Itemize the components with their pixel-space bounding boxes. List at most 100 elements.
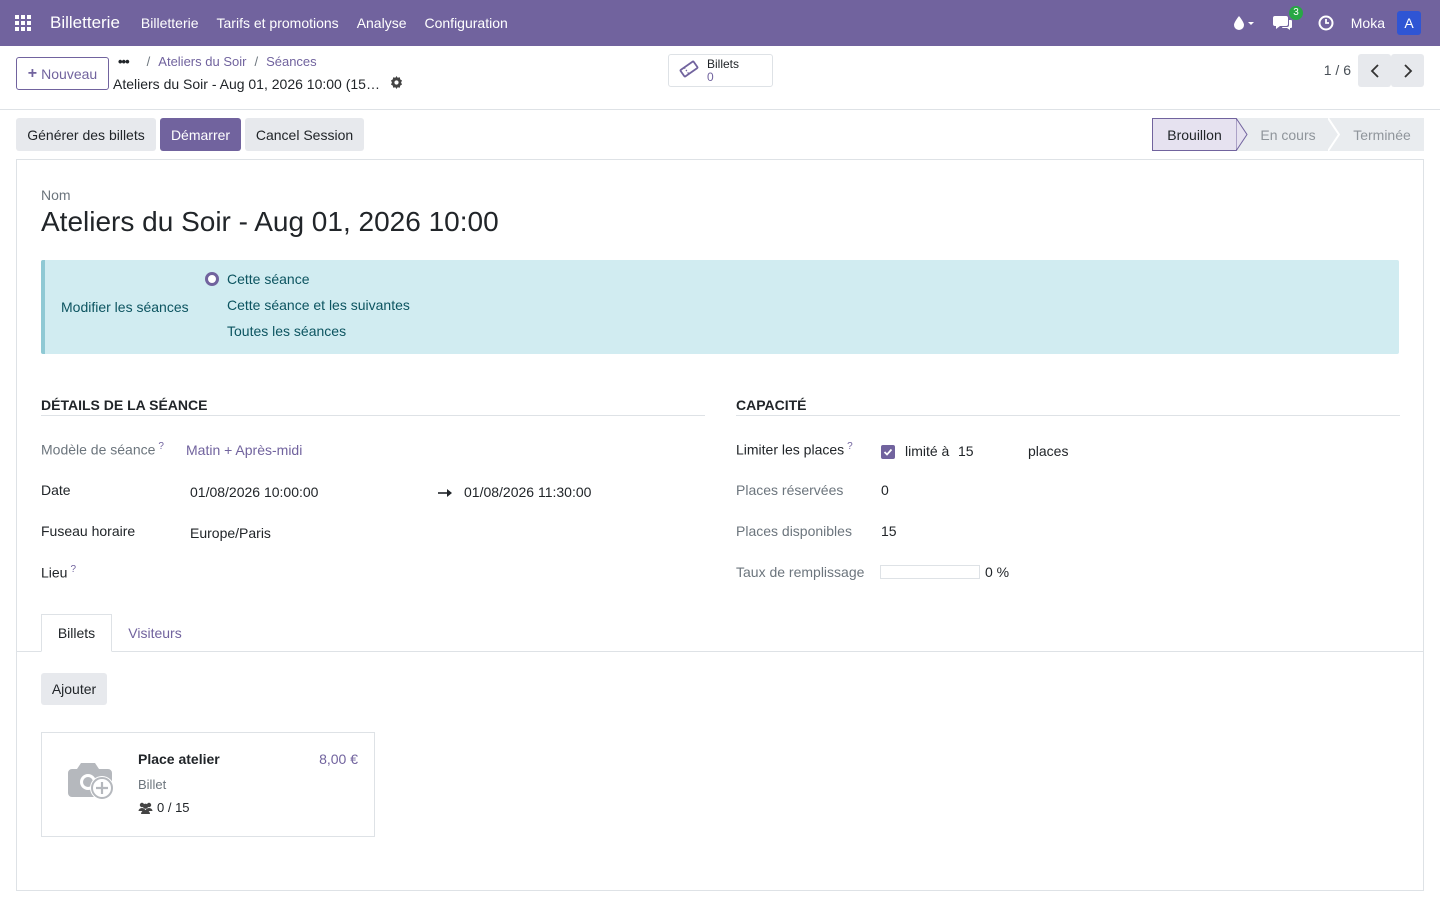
plus-icon: +	[27, 64, 38, 82]
drop-icon[interactable]	[1233, 15, 1255, 31]
radio-option-this-session[interactable]: Cette séance	[205, 271, 310, 287]
cancel-session-button[interactable]: Cancel Session	[245, 118, 364, 151]
tab-billets-label: Billets	[57, 625, 96, 641]
menu-configuration[interactable]: Configuration	[425, 15, 508, 31]
stage-terminee-label: Terminée	[1353, 126, 1411, 143]
camera-add-icon	[64, 757, 116, 806]
stage-en-cours-label: En cours	[1260, 126, 1316, 143]
modify-sessions-label: Modifier les séances	[61, 299, 189, 315]
field-label-timezone: Fuseau horaire	[41, 523, 136, 539]
limit-seats-checkbox[interactable]	[881, 445, 895, 459]
stage-arrow	[1328, 118, 1340, 151]
radio-option-label: Cette séance	[227, 271, 310, 287]
timezone-field[interactable]: Europe/Paris	[190, 525, 271, 541]
field-label-reserved: Places réservées	[736, 482, 844, 498]
tab-visiteurs-label: Visiteurs	[128, 625, 182, 641]
menu-tarifs-promotions[interactable]: Tarifs et promotions	[217, 15, 339, 31]
fill-rate-progress-bar	[880, 565, 980, 579]
places-label: places	[1028, 443, 1069, 459]
section-title-capacity: Capacité	[736, 397, 807, 413]
tabs-divider	[17, 651, 1423, 652]
radio-option-following[interactable]: Cette séance et les suivantes	[205, 297, 410, 313]
modify-sessions-alert: Modifier les séances Cette séance Cette …	[41, 260, 1399, 354]
breadcrumb-separator: /	[146, 54, 151, 69]
chevron-left-icon	[1370, 63, 1379, 78]
current-record-name: Ateliers du Soir - Aug 01, 2026 10:00 (1…	[113, 76, 380, 92]
navbar-systray: 3 Moka A	[1224, 0, 1440, 46]
breadcrumb-more-icon[interactable]: •••	[118, 54, 130, 69]
new-button-label: Nouveau	[41, 65, 98, 82]
limited-to-label: limité à	[905, 443, 950, 459]
radio-unselected-icon	[205, 298, 219, 312]
clock-icon[interactable]	[1318, 15, 1334, 31]
session-name-field[interactable]: Ateliers du Soir - Aug 01, 2026 10:00	[41, 206, 499, 238]
ticket-seats: 0 / 15	[138, 800, 190, 815]
reserved-seats-value: 0	[881, 482, 889, 498]
add-ticket-button[interactable]: Ajouter	[41, 673, 107, 705]
users-icon	[138, 802, 153, 814]
section-divider	[736, 415, 1400, 416]
field-label-available: Places disponibles	[736, 523, 852, 539]
radio-unselected-icon	[205, 324, 219, 338]
stage-en-cours[interactable]: En cours	[1248, 118, 1328, 151]
ticket-name: Place atelier	[138, 751, 220, 767]
current-record-title: Ateliers du Soir - Aug 01, 2026 10:00 (1…	[113, 76, 403, 92]
messages-badge: 3	[1289, 6, 1303, 20]
template-field[interactable]: Matin + Après-midi	[186, 442, 302, 458]
control-panel: + Nouveau ••• / Ateliers du Soir / Séance…	[0, 46, 1440, 110]
new-button[interactable]: + Nouveau	[16, 57, 109, 90]
menu-billetterie[interactable]: Billetterie	[141, 15, 199, 31]
menu-analyse[interactable]: Analyse	[357, 15, 407, 31]
user-menu[interactable]: Moka	[1351, 15, 1385, 31]
form-sheet: Nom Ateliers du Soir - Aug 01, 2026 10:0…	[16, 159, 1424, 891]
statusbar: Générer des billets Démarrer Cancel Sess…	[0, 110, 1440, 160]
breadcrumb: ••• / Ateliers du Soir / Séances	[118, 54, 317, 69]
available-seats-value: 15	[881, 523, 897, 539]
app-brand[interactable]: Billetterie	[50, 13, 120, 33]
help-icon[interactable]: ?	[158, 441, 164, 452]
avatar[interactable]: A	[1397, 11, 1421, 35]
stage-terminee[interactable]: Terminée	[1340, 118, 1424, 151]
apps-menu-icon[interactable]	[0, 0, 46, 46]
stage-pipeline: Brouillon En cours Terminée	[1152, 118, 1424, 151]
field-label-fill-rate: Taux de remplissage	[736, 564, 865, 580]
chevron-right-icon	[1403, 63, 1412, 78]
pager-value[interactable]: 1 / 6	[1324, 62, 1351, 78]
field-label-template: Modèle de séance?	[41, 441, 164, 458]
gear-icon[interactable]	[390, 76, 403, 92]
fill-rate-value: 0 %	[985, 564, 1010, 580]
breadcrumb-item-seances[interactable]: Séances	[266, 54, 317, 69]
field-label-date: Date	[41, 482, 71, 498]
checkmark-icon	[883, 448, 893, 456]
stage-brouillon[interactable]: Brouillon	[1152, 118, 1236, 151]
field-label-venue: Lieu?	[41, 564, 77, 581]
date-start-field[interactable]: 01/08/2026 10:00:00	[190, 484, 318, 500]
stage-brouillon-label: Brouillon	[1167, 126, 1222, 143]
chat-icon[interactable]: 3	[1272, 6, 1303, 31]
breadcrumb-item-ateliers[interactable]: Ateliers du Soir	[158, 54, 246, 69]
radio-selected-icon	[205, 272, 219, 286]
radio-option-all[interactable]: Toutes les séances	[205, 323, 346, 339]
top-navbar: Billetterie Billetterie Tarifs et promot…	[0, 0, 1440, 46]
field-label-limit-seats: Limiter les places?	[736, 441, 853, 458]
start-button[interactable]: Démarrer	[160, 118, 241, 151]
tab-visiteurs[interactable]: Visiteurs	[112, 614, 198, 652]
ticket-seats-value: 0 / 15	[157, 800, 190, 815]
tickets-smart-button[interactable]: Billets 0	[668, 54, 773, 87]
date-end-field[interactable]: 01/08/2026 11:30:00	[464, 484, 591, 500]
ticket-icon	[679, 60, 699, 81]
venue-field[interactable]	[190, 566, 690, 584]
tab-billets[interactable]: Billets	[41, 614, 112, 652]
ticket-type: Billet	[138, 777, 167, 792]
ticket-card[interactable]: Place atelier 8,00 € Billet 0 / 15	[41, 732, 375, 837]
radio-option-label: Cette séance et les suivantes	[227, 297, 410, 313]
stage-arrow	[1236, 118, 1248, 151]
max-seats-field[interactable]: 15	[958, 443, 1018, 459]
pager-previous-button[interactable]	[1358, 54, 1391, 87]
pager-next-button[interactable]	[1391, 54, 1424, 87]
smart-button-value: 0	[707, 69, 714, 84]
help-icon[interactable]: ?	[70, 564, 76, 575]
name-label: Nom	[41, 187, 71, 203]
help-icon[interactable]: ?	[847, 441, 853, 452]
generate-tickets-button[interactable]: Générer des billets	[16, 118, 156, 151]
